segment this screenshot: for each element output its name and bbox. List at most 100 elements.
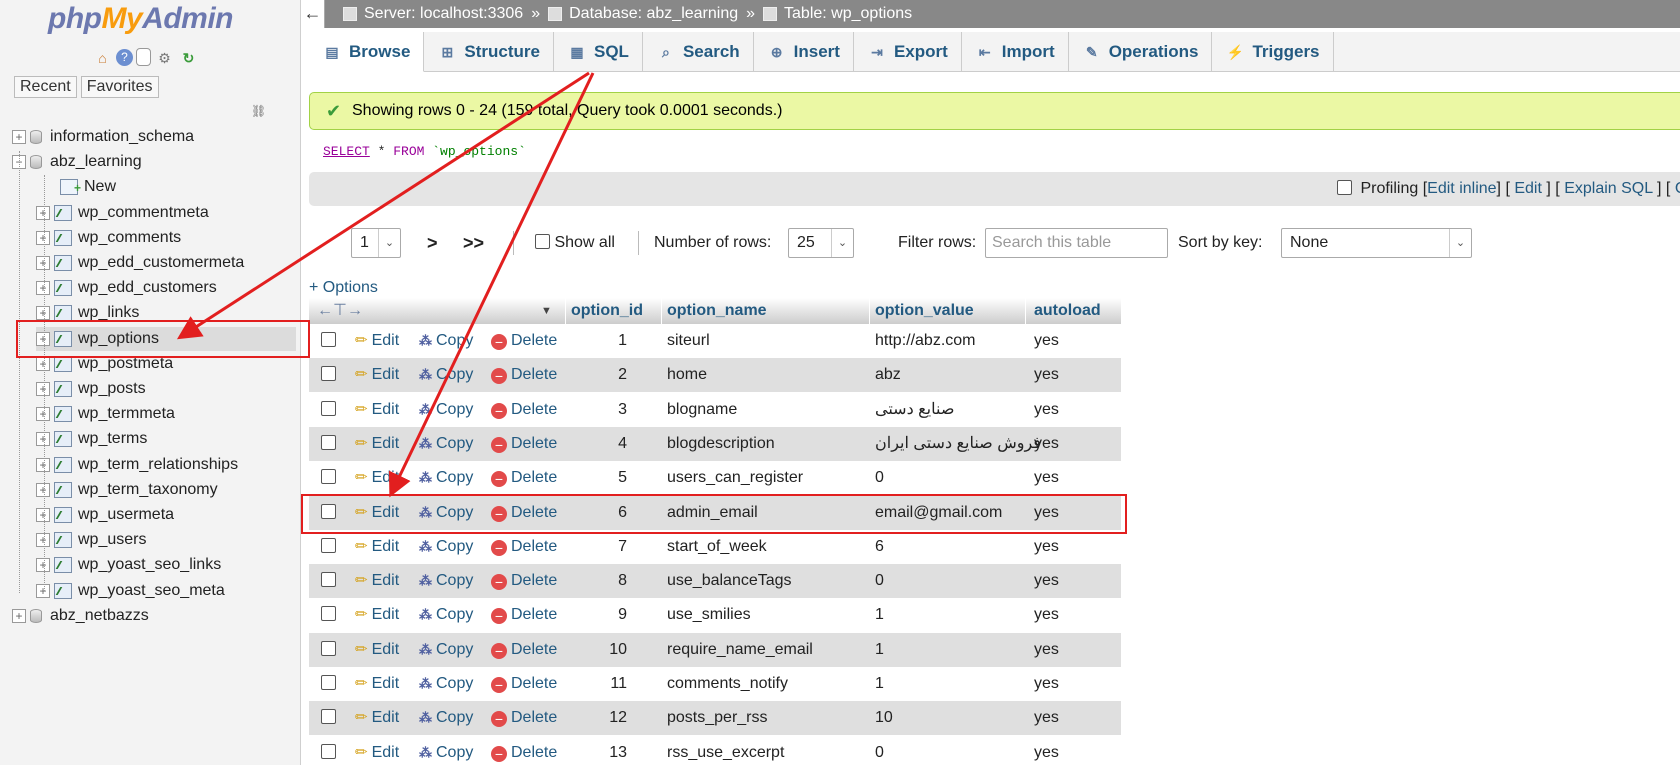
expand-icon[interactable]: +: [36, 533, 50, 548]
tab-operations[interactable]: ✎ Operations: [1069, 32, 1213, 72]
tab-triggers[interactable]: ⚡ Triggers: [1212, 32, 1334, 72]
delete-row-button[interactable]: − Delete: [491, 598, 557, 632]
sort-by-key-select[interactable]: None ⌄: [1281, 228, 1472, 258]
edit-row-button[interactable]: ✏ Edit: [355, 564, 399, 598]
row-checkbox[interactable]: [321, 743, 336, 759]
cell-option-name[interactable]: rss_use_excerpt: [667, 736, 784, 765]
row-checkbox[interactable]: [321, 503, 336, 519]
options-link[interactable]: + Options: [309, 279, 378, 297]
cell-option-id[interactable]: 2: [587, 358, 627, 392]
cell-option-value[interactable]: 0: [875, 461, 884, 495]
edit-row-button[interactable]: ✏ Edit: [355, 427, 399, 461]
cell-option-name[interactable]: blogdescription: [667, 427, 775, 461]
header-option-name[interactable]: option_name: [667, 298, 767, 324]
expand-icon[interactable]: +: [36, 482, 50, 497]
copy-row-button[interactable]: ⁂ Copy: [419, 530, 473, 564]
cell-option-value[interactable]: 1: [875, 633, 884, 667]
cell-option-value[interactable]: 6: [875, 530, 884, 564]
cell-option-id[interactable]: 6: [587, 496, 627, 530]
row-checkbox[interactable]: [321, 606, 336, 622]
cell-option-id[interactable]: 9: [587, 598, 627, 632]
expand-icon[interactable]: +: [36, 407, 50, 422]
edit-row-button[interactable]: ✏ Edit: [355, 633, 399, 667]
expand-icon[interactable]: +: [36, 256, 50, 270]
show-all-control[interactable]: Show all: [535, 228, 615, 258]
tree-db-abz-learning[interactable]: − abz_learning: [12, 150, 142, 174]
edit-row-button[interactable]: ✏ Edit: [355, 358, 399, 392]
tab-structure[interactable]: ⊞ Structure: [424, 32, 554, 72]
cell-option-id[interactable]: 8: [587, 564, 627, 598]
delete-row-button[interactable]: − Delete: [491, 633, 557, 667]
back-button[interactable]: ←: [301, 0, 325, 28]
create-php-code-link[interactable]: C: [1675, 180, 1680, 197]
profiling-checkbox[interactable]: [1337, 180, 1352, 195]
tree-table-wp-users[interactable]: + wp_users: [36, 528, 146, 552]
reload-icon[interactable]: ↻: [178, 48, 199, 68]
copy-row-button[interactable]: ⁂ Copy: [419, 736, 473, 765]
cell-autoload[interactable]: yes: [1034, 393, 1059, 427]
page-select[interactable]: 1 ⌄: [351, 228, 401, 258]
cell-option-name[interactable]: admin_email: [667, 496, 758, 530]
cell-option-id[interactable]: 7: [587, 530, 627, 564]
delete-row-button[interactable]: − Delete: [491, 427, 557, 461]
copy-row-button[interactable]: ⁂ Copy: [419, 598, 473, 632]
row-checkbox[interactable]: [321, 709, 336, 725]
cell-option-id[interactable]: 4: [587, 427, 627, 461]
cell-autoload[interactable]: yes: [1034, 633, 1059, 667]
delete-row-button[interactable]: − Delete: [491, 667, 557, 701]
tree-table-wp-postmeta[interactable]: + wp_postmeta: [36, 352, 173, 376]
edit-row-button[interactable]: ✏ Edit: [355, 736, 399, 765]
column-resize-icon[interactable]: ←⊤→: [317, 298, 363, 324]
copy-row-button[interactable]: ⁂ Copy: [419, 324, 473, 358]
copy-row-button[interactable]: ⁂ Copy: [419, 564, 473, 598]
cell-option-value[interactable]: email@gmail.com: [875, 496, 1002, 530]
tree-table-wp-yoast-seo-meta[interactable]: + wp_yoast_seo_meta: [36, 579, 225, 603]
row-checkbox[interactable]: [321, 675, 336, 690]
settings-icon[interactable]: ⚙: [154, 48, 175, 68]
filter-rows-input[interactable]: Search this table: [985, 228, 1168, 258]
cell-option-value[interactable]: صنایع دستی: [875, 393, 954, 427]
tree-table-wp-comments[interactable]: + wp_comments: [36, 226, 181, 250]
cell-option-value[interactable]: abz: [875, 358, 901, 392]
breadcrumb-server[interactable]: Server: localhost:3306: [364, 0, 523, 28]
tree-table-wp-links[interactable]: + wp_links: [36, 301, 139, 325]
expand-icon[interactable]: +: [36, 205, 50, 220]
tree-db-information-schema[interactable]: + information_schema: [12, 125, 194, 149]
expand-icon[interactable]: +: [36, 558, 50, 573]
tab-search[interactable]: ⌕ Search: [643, 32, 754, 72]
copy-row-button[interactable]: ⁂ Copy: [419, 358, 473, 392]
cell-option-value[interactable]: فروش صنایع دستی ایران: [875, 427, 1041, 461]
copy-row-button[interactable]: ⁂ Copy: [419, 633, 473, 667]
cell-option-value[interactable]: 0: [875, 564, 884, 598]
cell-autoload[interactable]: yes: [1034, 701, 1059, 735]
edit-row-button[interactable]: ✏ Edit: [355, 324, 399, 358]
cell-option-name[interactable]: start_of_week: [667, 530, 767, 564]
expand-icon[interactable]: +: [36, 356, 50, 371]
cell-autoload[interactable]: yes: [1034, 324, 1059, 358]
row-checkbox[interactable]: [321, 366, 336, 382]
row-checkbox[interactable]: [321, 400, 336, 416]
tree-table-wp-term-taxonomy[interactable]: + wp_term_taxonomy: [36, 478, 218, 502]
cell-option-id[interactable]: 12: [587, 701, 627, 735]
delete-row-button[interactable]: − Delete: [491, 324, 557, 358]
cell-option-name[interactable]: posts_per_rss: [667, 701, 768, 735]
tree-table-wp-termmeta[interactable]: + wp_termmeta: [36, 402, 175, 426]
copy-row-button[interactable]: ⁂ Copy: [419, 496, 473, 530]
breadcrumb-database[interactable]: Database: abz_learning: [569, 0, 738, 28]
tree-table-wp-yoast-seo-links[interactable]: + wp_yoast_seo_links: [36, 553, 221, 577]
cell-option-value[interactable]: 10: [875, 701, 893, 735]
expand-icon[interactable]: +: [36, 230, 50, 245]
recent-tab[interactable]: Recent: [14, 76, 77, 98]
expand-icon[interactable]: +: [36, 583, 50, 598]
edit-link[interactable]: Edit: [1514, 180, 1542, 197]
tab-export[interactable]: ⇥ Export: [854, 32, 962, 72]
cell-autoload[interactable]: yes: [1034, 667, 1059, 701]
tree-table-wp-usermeta[interactable]: + wp_usermeta: [36, 503, 174, 527]
edit-row-button[interactable]: ✏ Edit: [355, 530, 399, 564]
expand-icon[interactable]: +: [12, 130, 26, 144]
phpmyadmin-logo[interactable]: phpMyAdmin: [48, 2, 233, 36]
docs-icon[interactable]: [136, 48, 151, 66]
edit-row-button[interactable]: ✏ Edit: [355, 461, 399, 495]
tab-import[interactable]: ⇤ Import: [962, 32, 1069, 72]
delete-row-button[interactable]: − Delete: [491, 701, 557, 735]
